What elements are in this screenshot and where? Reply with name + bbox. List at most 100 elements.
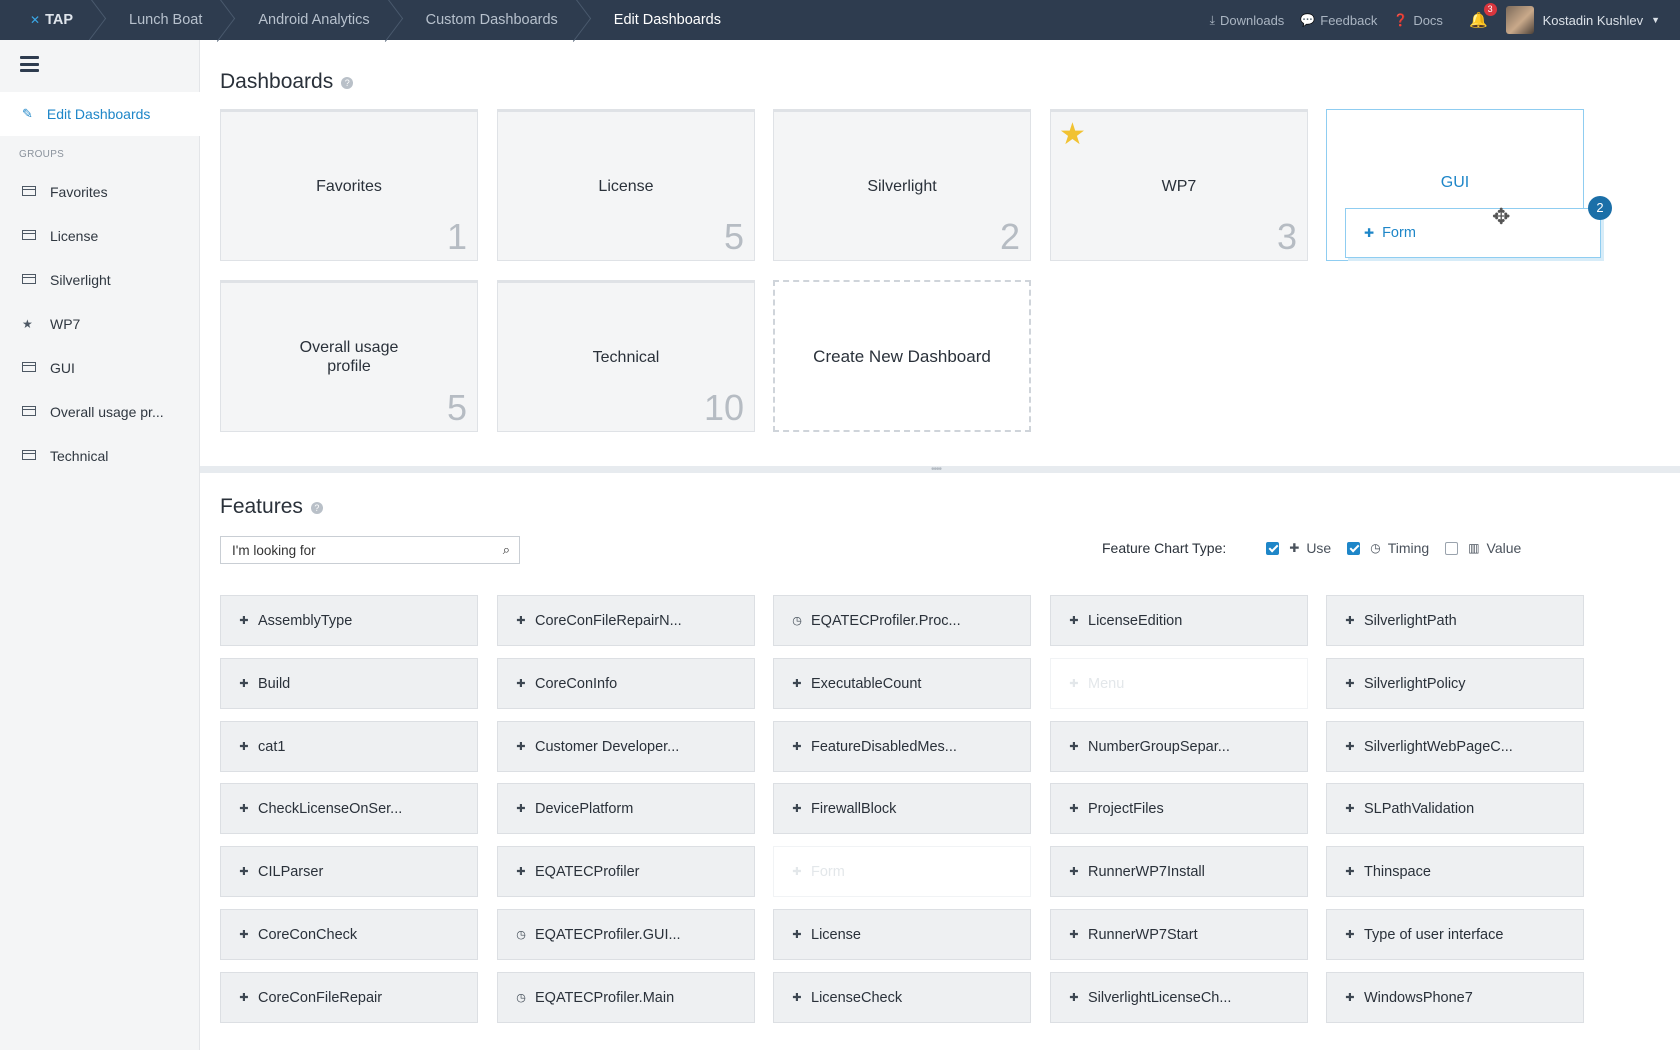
puzzle-icon: ✚ xyxy=(239,678,249,690)
table-icon xyxy=(22,405,37,419)
sidebar-item-edit-dashboards[interactable]: ✎ Edit Dashboards xyxy=(0,92,200,136)
sidebar-item-license[interactable]: License xyxy=(0,214,200,258)
grip-icon[interactable]: •••• xyxy=(931,465,942,475)
dashboard-card-silverlight[interactable]: Silverlight 2 xyxy=(773,109,1031,261)
section-splitter[interactable]: •••• xyxy=(200,465,1680,475)
puzzle-icon: ✚ xyxy=(1289,541,1300,555)
feature-item[interactable]: ◷ EQATECProfiler.GUI... xyxy=(497,909,755,960)
dashboard-count: 5 xyxy=(723,216,744,257)
dashboard-name: Silverlight xyxy=(867,177,937,195)
search-icon[interactable]: ⌕ xyxy=(503,542,510,558)
sidebar-item-overall-usage[interactable]: Overall usage pr... xyxy=(0,390,200,434)
create-new-dashboard-button[interactable]: Create New Dashboard xyxy=(773,280,1031,432)
help-icon[interactable]: ? xyxy=(341,77,354,89)
sidebar-item-favorites[interactable]: Favorites xyxy=(0,170,200,214)
feature-item[interactable]: ✚ NumberGroupSepar... xyxy=(1050,721,1308,772)
avatar[interactable] xyxy=(1505,6,1534,34)
chart-type-use-checkbox[interactable]: ✚ Use xyxy=(1266,540,1331,556)
user-menu[interactable]: Kostadin Kushlev xyxy=(1543,13,1643,28)
feature-item[interactable]: ✚ AssemblyType xyxy=(220,595,478,646)
sidebar-item-technical[interactable]: Technical xyxy=(0,434,200,478)
breadcrumb-item-lunch-boat[interactable]: Lunch Boat xyxy=(97,0,226,40)
dashboard-count: 5 xyxy=(446,387,467,428)
sidebar-item-label: Technical xyxy=(50,448,109,464)
breadcrumb-item-custom-dashboards[interactable]: Custom Dashboards xyxy=(394,0,582,40)
feature-item[interactable]: ✚ FirewallBlock xyxy=(773,783,1031,834)
feature-item[interactable]: ✚ EQATECProfiler xyxy=(497,846,755,897)
feature-item[interactable]: ✚ SilverlightPath xyxy=(1326,595,1584,646)
feature-label: LicenseEdition xyxy=(1088,612,1183,629)
sidebar-item-silverlight[interactable]: Silverlight xyxy=(0,258,200,302)
feature-item[interactable]: ✚ Customer Developer... xyxy=(497,721,755,772)
feature-item[interactable]: ◷ EQATECProfiler.Proc... xyxy=(773,595,1031,646)
sidebar-item-label: Edit Dashboards xyxy=(46,106,151,122)
breadcrumb-home[interactable]: ✕ TAP xyxy=(0,0,97,40)
chevron-down-icon[interactable]: ▼ xyxy=(1651,15,1660,25)
feature-item[interactable]: ✚ LicenseCheck xyxy=(773,972,1031,1023)
checkbox-unchecked[interactable] xyxy=(1445,541,1459,555)
feature-item[interactable]: ✚ SilverlightWebPageC... xyxy=(1326,721,1584,772)
puzzle-icon: ✚ xyxy=(239,741,249,753)
feature-item[interactable]: ✚ WindowsPhone7 xyxy=(1326,972,1584,1023)
dashboard-count: 3 xyxy=(1276,216,1297,257)
table-icon xyxy=(22,185,37,199)
help-icon[interactable]: ? xyxy=(310,502,323,514)
feature-item[interactable]: ✚ DevicePlatform xyxy=(497,783,755,834)
docs-link[interactable]: ❓ Docs xyxy=(1393,13,1443,28)
dragged-feature-chip[interactable]: ✚ Form xyxy=(1345,208,1601,258)
search-input-value: I'm looking for xyxy=(232,542,316,558)
feature-item[interactable]: ✚ Thinspace xyxy=(1326,846,1584,897)
feature-item[interactable]: ✚ RunnerWP7Start xyxy=(1050,909,1308,960)
feature-item[interactable]: ✚ SilverlightLicenseCh... xyxy=(1050,972,1308,1023)
dashboard-card-technical[interactable]: Technical 10 xyxy=(497,280,755,432)
feedback-link[interactable]: 💬 Feedback xyxy=(1300,13,1377,28)
chart-type-value-checkbox[interactable]: ▥ Value xyxy=(1445,540,1521,556)
downloads-link[interactable]: ⤓ Downloads xyxy=(1210,13,1285,28)
feature-item[interactable]: ✚ Type of user interface xyxy=(1326,909,1584,960)
feature-item[interactable]: ✚ Build xyxy=(220,658,478,709)
feature-item[interactable]: ✚ CheckLicenseOnSer... xyxy=(220,783,478,834)
puzzle-icon: ✚ xyxy=(1069,741,1079,753)
sidebar-item-gui[interactable]: GUI xyxy=(0,346,200,390)
feature-item[interactable]: ✚ CILParser xyxy=(220,846,478,897)
feature-item[interactable]: ✚ CoreConInfo xyxy=(497,658,755,709)
feature-item[interactable]: ✚ CoreConCheck xyxy=(220,909,478,960)
feature-item[interactable]: ✚ SLPathValidation xyxy=(1326,783,1584,834)
dashboard-card-favorites[interactable]: Favorites 1 xyxy=(220,109,478,261)
feature-item[interactable]: ◷ EQATECProfiler.Main xyxy=(497,972,755,1023)
dashboard-card-wp7[interactable]: ★ WP7 3 xyxy=(1050,109,1308,261)
feature-search-input[interactable]: I'm looking for ⌕ xyxy=(220,536,520,564)
feature-item[interactable]: ✚ CoreConFileRepair xyxy=(220,972,478,1023)
feature-item[interactable]: ✚ FeatureDisabledMes... xyxy=(773,721,1031,772)
notifications-button[interactable]: 🔔 3 xyxy=(1469,3,1497,29)
sidebar-item-wp7[interactable]: ★ WP7 xyxy=(0,302,200,346)
checkbox-checked[interactable] xyxy=(1266,541,1280,555)
notification-count-badge: 3 xyxy=(1483,3,1497,16)
chart-type-timing-label: Timing xyxy=(1387,540,1430,556)
feature-label: CoreConFileRepairN... xyxy=(535,612,682,629)
menu-icon[interactable] xyxy=(20,56,39,72)
feature-item[interactable]: ✚ cat1 xyxy=(220,721,478,772)
feature-item[interactable]: ✚ ProjectFiles xyxy=(1050,783,1308,834)
feature-item[interactable]: ✚ SilverlightPolicy xyxy=(1326,658,1584,709)
feature-item[interactable]: ✚ License xyxy=(773,909,1031,960)
feature-item[interactable]: ✚ RunnerWP7Install xyxy=(1050,846,1308,897)
puzzle-icon: ✚ xyxy=(1345,803,1355,815)
dashboard-card-overall-usage[interactable]: Overall usage profile 5 xyxy=(220,280,478,432)
clock-icon: ◷ xyxy=(516,992,526,1004)
feature-item[interactable]: ✚ LicenseEdition xyxy=(1050,595,1308,646)
feature-label: ProjectFiles xyxy=(1088,800,1164,817)
docs-label: Docs xyxy=(1413,12,1443,28)
puzzle-icon: ✚ xyxy=(1069,615,1079,627)
feature-item[interactable]: ✚ ExecutableCount xyxy=(773,658,1031,709)
sidebar-item-label: License xyxy=(50,228,99,244)
clock-icon: ◷ xyxy=(516,929,526,941)
chart-type-timing-checkbox[interactable]: ◷ Timing xyxy=(1347,540,1429,556)
feature-item[interactable]: ✚ CoreConFileRepairN... xyxy=(497,595,755,646)
puzzle-icon: ✚ xyxy=(516,678,526,690)
checkbox-checked[interactable] xyxy=(1347,541,1361,555)
sidebar-item-label: Favorites xyxy=(50,184,108,200)
breadcrumb-item-android-analytics[interactable]: Android Analytics xyxy=(226,0,393,40)
feature-label: SilverlightPolicy xyxy=(1364,675,1466,692)
dashboard-card-license[interactable]: License 5 xyxy=(497,109,755,261)
